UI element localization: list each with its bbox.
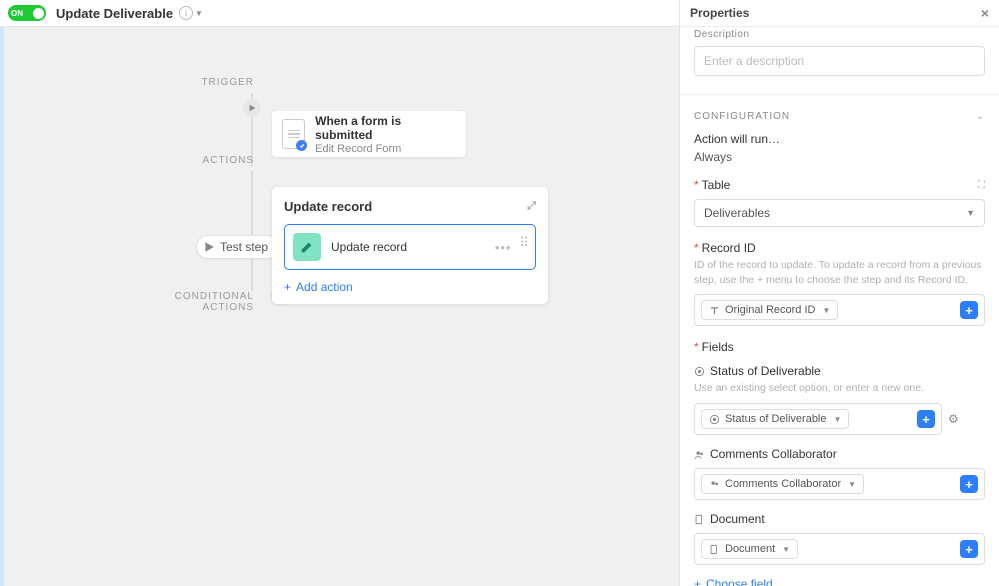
attachment-icon (709, 544, 720, 555)
field-collab-token[interactable]: Comments Collaborator ▼ (701, 474, 864, 494)
record-id-help: ID of the record to update. To update a … (694, 258, 985, 287)
required-asterisk: * (694, 241, 699, 255)
add-token-button[interactable]: + (960, 301, 978, 319)
update-record-icon (293, 233, 321, 261)
flow-line (251, 171, 253, 291)
add-action-label: Add action (296, 280, 353, 294)
trigger-title: When a form is submitted (315, 114, 456, 142)
chevron-down-icon: ▼ (822, 306, 830, 315)
collapse-icon[interactable]: ⤢ (527, 200, 536, 213)
trigger-card[interactable]: When a form is submitted Edit Record For… (272, 111, 466, 157)
field-collab-row: Comments Collaborator ▼ + (694, 468, 985, 500)
automation-toggle[interactable]: ON (8, 5, 46, 21)
configuration-label: CONFIGURATION (694, 111, 790, 122)
test-step-button[interactable]: Test step (196, 235, 279, 259)
description-label: Description (694, 29, 985, 40)
expand-icon[interactable]: ⛶ (978, 180, 985, 191)
add-token-button[interactable]: + (917, 410, 935, 428)
action-step-update-record[interactable]: Update record ••• ⠿ (284, 224, 536, 270)
help-menu-caret[interactable]: ▼ (195, 9, 203, 18)
record-id-token-row: Original Record ID ▼ + (694, 294, 985, 326)
chevron-down-icon: ▼ (966, 208, 975, 218)
single-select-icon (709, 414, 720, 425)
trigger-section-label: TRIGGER (184, 77, 254, 88)
gear-icon[interactable]: ⚙ (948, 412, 959, 426)
action-group-header: Update record ⤢ (284, 199, 536, 214)
action-row-title: Update record (331, 240, 407, 254)
description-input[interactable] (694, 46, 985, 76)
attachment-icon (694, 514, 705, 525)
collaborator-icon (694, 449, 705, 460)
conditional-section-label: CONDITIONAL ACTIONS (124, 291, 254, 313)
toggle-label: ON (11, 9, 23, 18)
field-status-row: Status of Deliverable ▼ + ⚙ (694, 403, 985, 435)
table-select[interactable]: Deliverables ▼ (694, 199, 985, 227)
field-collab-input[interactable]: Comments Collaborator ▼ + (694, 468, 985, 500)
field-collab-label-row: Comments Collaborator (694, 447, 985, 461)
text-icon (709, 305, 720, 316)
required-asterisk: * (694, 178, 699, 192)
automation-title: Update Deliverable (56, 6, 173, 21)
help-icon[interactable]: i (179, 6, 193, 20)
panel-title: Properties (690, 6, 749, 20)
drag-handle-icon[interactable]: ⠿ (519, 240, 527, 255)
field-document-row: Document ▼ + (694, 533, 985, 565)
add-token-button[interactable]: + (960, 475, 978, 493)
trigger-subtitle: Edit Record Form (315, 143, 456, 155)
table-field-label: * Table ⛶ (694, 178, 985, 192)
configuration-header[interactable]: CONFIGURATION ⌄ (694, 111, 985, 122)
test-step-label: Test step (220, 240, 268, 254)
record-id-label: * Record ID (694, 241, 985, 255)
field-document-label-row: Document (694, 512, 985, 526)
form-icon (282, 119, 305, 149)
chevron-down-icon: ▼ (834, 415, 842, 424)
chevron-down-icon: ⌄ (976, 111, 985, 122)
record-id-token[interactable]: Original Record ID ▼ (701, 300, 838, 320)
add-action-button[interactable]: + Add action (284, 280, 536, 294)
field-status-help: Use an existing select option, or enter … (694, 381, 985, 396)
action-will-run-label: Action will run… (694, 132, 985, 146)
more-icon[interactable]: ••• (495, 240, 512, 255)
chevron-down-icon: ▼ (848, 480, 856, 489)
fields-label: * Fields (694, 340, 985, 354)
field-document-input[interactable]: Document ▼ + (694, 533, 985, 565)
required-asterisk: * (694, 340, 699, 354)
action-row-controls: ••• ⠿ (495, 240, 527, 255)
divider (680, 94, 999, 95)
panel-header: Properties × (680, 0, 999, 27)
field-status-token[interactable]: Status of Deliverable ▼ (701, 409, 849, 429)
single-select-icon (694, 366, 705, 377)
choose-field-button[interactable]: + Choose field (694, 577, 985, 586)
record-id-input[interactable]: Original Record ID ▼ + (694, 294, 985, 326)
field-status-label-row: Status of Deliverable (694, 364, 985, 378)
table-value: Deliverables (704, 206, 770, 220)
toggle-knob (33, 8, 44, 19)
field-document-token[interactable]: Document ▼ (701, 539, 798, 559)
collaborator-icon (709, 479, 720, 490)
action-will-run-value: Always (694, 150, 985, 164)
action-group-title: Update record (284, 199, 372, 214)
chevron-down-icon: ▼ (782, 545, 790, 554)
automation-canvas: TRIGGER ACTIONS CONDITIONAL ACTIONS + Wh… (4, 27, 679, 586)
field-status-input[interactable]: Status of Deliverable ▼ + (694, 403, 942, 435)
trigger-text: When a form is submitted Edit Record For… (315, 114, 456, 155)
actions-section-label: ACTIONS (184, 155, 254, 166)
plus-icon: + (284, 280, 291, 294)
trigger-node-icon[interactable] (243, 99, 261, 117)
plus-icon: + (694, 577, 701, 586)
panel-body: Description CONFIGURATION ⌄ Action will … (680, 27, 999, 586)
add-token-button[interactable]: + (960, 540, 978, 558)
check-badge-icon (296, 140, 307, 151)
properties-panel: Properties × Description CONFIGURATION ⌄… (679, 0, 999, 586)
close-icon[interactable]: × (981, 5, 989, 21)
action-group-card: Update record ⤢ Update record ••• ⠿ + Ad… (272, 187, 548, 304)
